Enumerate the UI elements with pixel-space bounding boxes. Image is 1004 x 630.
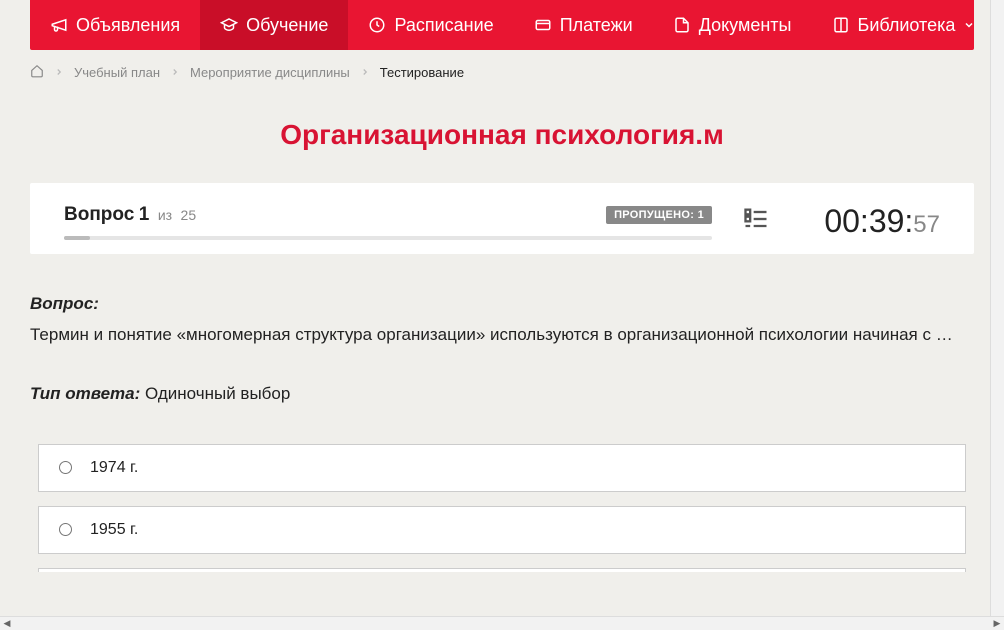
- megaphone-icon: [50, 16, 68, 34]
- nav-label: Расписание: [394, 15, 493, 36]
- nav-label: Обучение: [246, 15, 328, 36]
- chevron-right-icon: [170, 65, 180, 80]
- progress-fill: [64, 236, 90, 240]
- answer-type: Одиночный выбор: [145, 384, 290, 403]
- library-icon: [832, 16, 850, 34]
- vertical-scrollbar[interactable]: [990, 0, 1004, 616]
- question-body: Вопрос: Термин и понятие «многомерная ст…: [30, 254, 974, 572]
- graduation-cap-icon: [220, 16, 238, 34]
- breadcrumb: Учебный план Мероприятие дисциплины Тест…: [30, 50, 974, 95]
- question-label: Вопрос:: [30, 294, 974, 314]
- question-number-prefix: Вопрос: [64, 204, 134, 225]
- chevron-right-icon: [360, 65, 370, 80]
- horizontal-scrollbar[interactable]: ◀ ▶: [0, 616, 1004, 630]
- question-total: 25: [181, 207, 197, 223]
- answers-list: 1974 г. 1955 г.: [30, 444, 974, 572]
- question-text: Термин и понятие «многомерная структура …: [30, 322, 974, 348]
- scroll-right-arrow[interactable]: ▶: [990, 617, 1004, 630]
- progress-bar: [64, 236, 712, 240]
- home-icon[interactable]: [30, 64, 44, 81]
- nav-documents[interactable]: Документы: [653, 0, 812, 50]
- breadcrumb-link[interactable]: Мероприятие дисциплины: [190, 65, 350, 80]
- nav-payments[interactable]: Платежи: [514, 0, 653, 50]
- chevron-down-icon: [963, 19, 975, 31]
- clock-icon: [368, 16, 386, 34]
- question-header: Вопрос 1 из 25 ПРОПУЩЕНО: 1 00:39:57: [30, 183, 974, 254]
- question-number: 1: [139, 204, 150, 225]
- nav-library[interactable]: Библиотека: [812, 0, 996, 50]
- nav-label: Объявления: [76, 15, 180, 36]
- page-title: Организационная психология.м: [30, 119, 974, 151]
- answer-text: 1955 г.: [90, 521, 138, 539]
- chevron-right-icon: [54, 65, 64, 80]
- nav-label: Документы: [699, 15, 792, 36]
- timer: 00:39:57: [800, 203, 940, 240]
- question-total-prefix: из: [158, 207, 172, 223]
- answer-option[interactable]: 1974 г.: [38, 444, 966, 492]
- answer-radio[interactable]: [59, 461, 72, 474]
- nav-schedule[interactable]: Расписание: [348, 0, 513, 50]
- answer-type-label: Тип ответа:: [30, 384, 140, 403]
- breadcrumb-current: Тестирование: [380, 65, 464, 80]
- main-nav: Объявления Обучение Расписание Платежи Д…: [30, 0, 974, 50]
- nav-announcements[interactable]: Объявления: [30, 0, 200, 50]
- file-icon: [673, 16, 691, 34]
- nav-label: Библиотека: [858, 15, 956, 36]
- question-list-button[interactable]: [742, 205, 770, 238]
- timer-seconds: 57: [913, 211, 940, 238]
- card-icon: [534, 16, 552, 34]
- answer-radio[interactable]: [59, 523, 72, 536]
- answer-text: 1974 г.: [90, 459, 138, 477]
- nav-label: Платежи: [560, 15, 633, 36]
- nav-learning[interactable]: Обучение: [200, 0, 348, 50]
- scroll-left-arrow[interactable]: ◀: [0, 617, 14, 630]
- answer-option[interactable]: 1955 г.: [38, 506, 966, 554]
- answer-option-partial: [38, 568, 966, 572]
- timer-main: 00:39:: [824, 203, 913, 239]
- skipped-badge: ПРОПУЩЕНО: 1: [606, 206, 712, 224]
- breadcrumb-link[interactable]: Учебный план: [74, 65, 160, 80]
